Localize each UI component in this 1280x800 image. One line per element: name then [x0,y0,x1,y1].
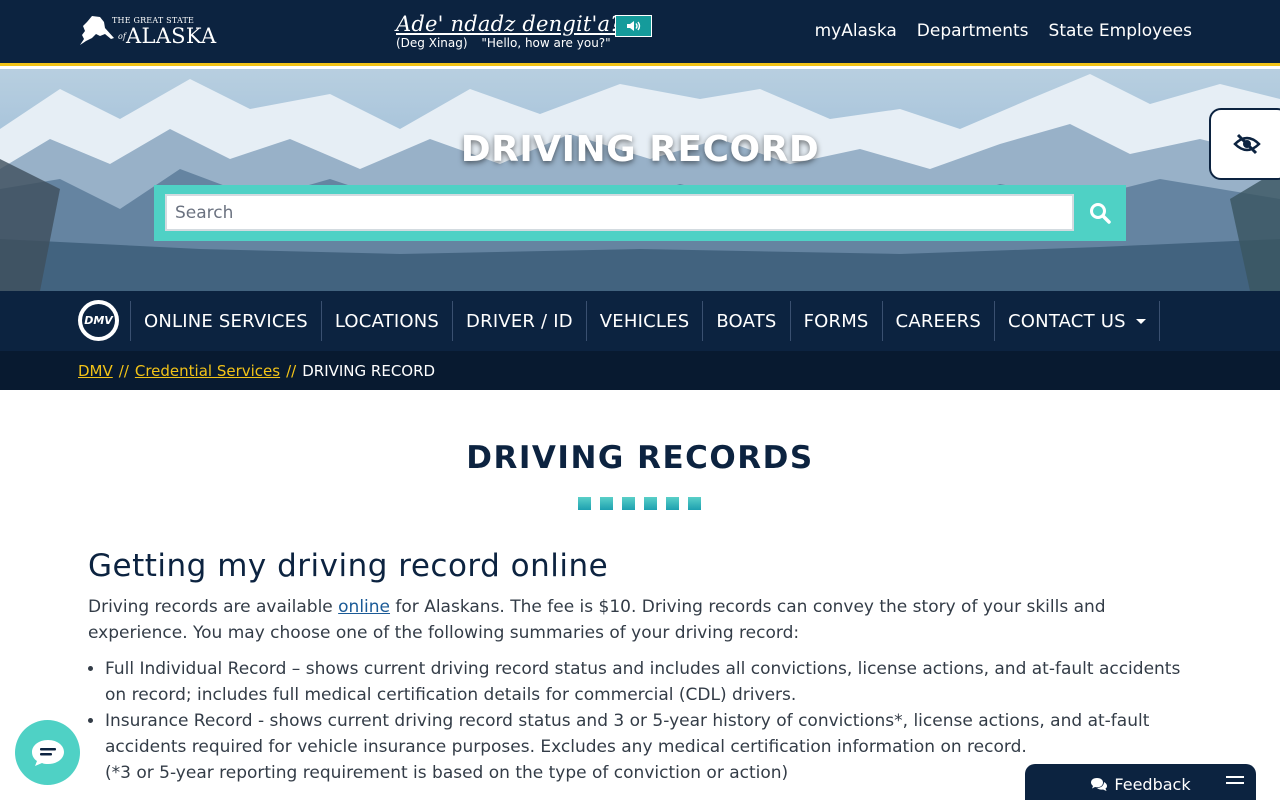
search-button[interactable] [1074,185,1126,241]
nav-driver-id[interactable]: DRIVER / ID [453,301,587,341]
title-divider [578,497,701,510]
hero-banner: DRIVING RECORD [0,69,1280,291]
comments-icon [1091,777,1108,791]
nav-vehicles[interactable]: VEHICLES [587,301,704,341]
dmv-logo-text: DMV [82,304,115,337]
top-nav: myAlaska Departments State Employees [815,21,1192,41]
greeting-translation: "Hello, how are you?" [481,36,611,50]
breadcrumb-dmv[interactable]: DMV [78,362,113,380]
native-greeting: Ade' ndadz dengit'a? (Deg Xinag) "Hello,… [396,12,652,50]
nav-locations[interactable]: LOCATIONS [322,301,454,341]
search-bar [154,185,1126,241]
nav-boats[interactable]: BOATS [703,301,791,341]
section-heading: Getting my driving record online [88,548,609,584]
nav-forms[interactable]: FORMS [791,301,883,341]
nav-contact-us-label: CONTACT US [1008,310,1126,332]
chat-bubble-icon [31,739,64,766]
breadcrumb-credential-services[interactable]: Credential Services [135,362,280,380]
link-state-employees[interactable]: State Employees [1049,21,1192,41]
breadcrumb-separator: // [286,361,297,380]
speaker-icon [626,21,640,31]
chat-button[interactable] [15,720,80,785]
audio-play-button[interactable] [615,15,652,37]
top-bar: THE GREAT STATE of ALASKA Ade' ndadz den… [0,0,1280,66]
nav-careers[interactable]: CAREERS [883,301,996,341]
list-item: Full Individual Record – shows current d… [105,656,1198,708]
hamburger-icon [1226,776,1244,788]
link-departments[interactable]: Departments [917,21,1029,41]
breadcrumb: DMV // Credential Services // DRIVING RE… [0,351,1280,390]
caret-down-icon [1135,318,1146,324]
logo-alaska: ALASKA [126,24,217,48]
link-myalaska[interactable]: myAlaska [815,21,897,41]
logo-of: of [118,32,126,41]
intro-paragraph: Driving records are available online for… [88,597,1106,643]
dmv-logo[interactable]: DMV [78,300,119,341]
greeting-language: (Deg Xinag) [396,36,468,50]
online-link[interactable]: online [338,597,390,617]
eye-slash-icon [1233,133,1261,155]
search-icon [1090,203,1111,224]
accessibility-toggle-button[interactable] [1209,108,1280,180]
feedback-label: Feedback [1114,774,1191,794]
nav-online-services[interactable]: ONLINE SERVICES [130,301,322,341]
feedback-button[interactable]: Feedback [1025,764,1256,800]
main-nav: DMV ONLINE SERVICES LOCATIONS DRIVER / I… [0,291,1280,351]
breadcrumb-separator: // [118,361,129,380]
greeting-native-text[interactable]: Ade' ndadz dengit'a? [396,12,622,36]
page-hero-title: DRIVING RECORD [460,129,820,170]
mountain-background [0,74,1280,291]
nav-contact-us[interactable]: CONTACT US [995,301,1160,341]
alaska-logo[interactable]: THE GREAT STATE of ALASKA [78,14,220,48]
main-content: Getting my driving record online Driving… [88,548,1198,786]
page-title: DRIVING RECORDS [466,440,814,476]
breadcrumb-current: DRIVING RECORD [302,361,436,380]
search-input[interactable] [165,194,1074,231]
